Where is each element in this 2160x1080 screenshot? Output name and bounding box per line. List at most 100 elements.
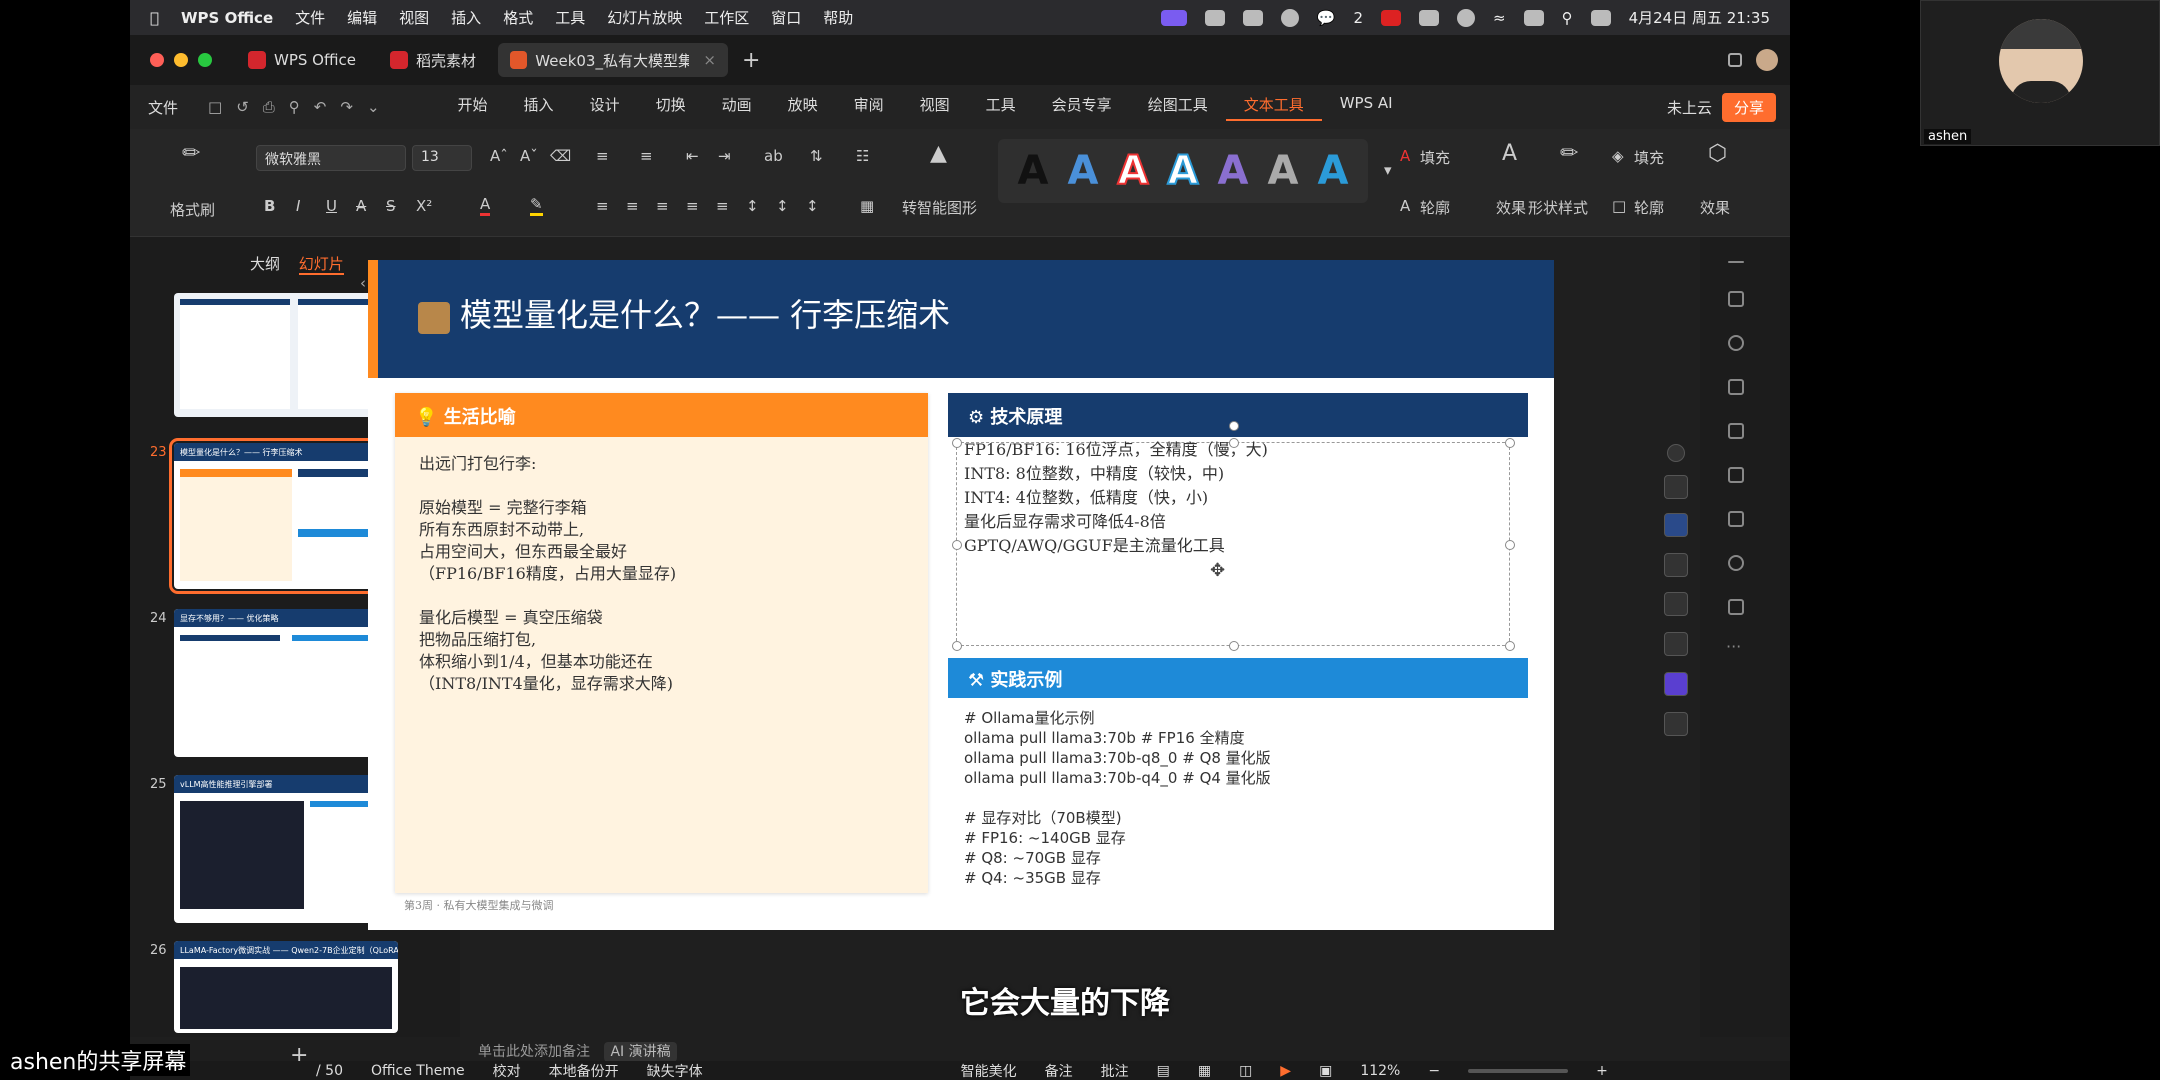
border-icon[interactable] — [1664, 592, 1688, 616]
beautify-button[interactable]: 智能美化 — [961, 1061, 1017, 1080]
shape-effect-label[interactable]: 效果 — [1700, 197, 1730, 218]
clear-format-icon[interactable]: ⌫ — [550, 147, 571, 165]
close-tab-icon[interactable]: × — [703, 51, 716, 69]
resize-handle[interactable] — [952, 641, 962, 651]
layers-icon[interactable] — [1664, 475, 1688, 499]
tab-design[interactable]: 设计 — [572, 94, 638, 121]
app-red-icon[interactable] — [1381, 9, 1402, 26]
format-painter-label[interactable]: 格式刷 — [170, 199, 215, 220]
analogy-body[interactable]: 出远门打包行李: 原始模型 = 完整行李箱 所有东西原封不动带上, 占用空间大，… — [395, 437, 928, 711]
text-fill-icon[interactable]: A — [1400, 147, 1410, 165]
more-tools-icon[interactable] — [1664, 712, 1688, 736]
play-slideshow-icon[interactable]: ▶ — [1280, 1063, 1291, 1079]
para-spacing-icon[interactable]: ↕ — [776, 197, 789, 215]
menu-edit[interactable]: 编辑 — [347, 7, 377, 28]
italic-icon[interactable]: I — [296, 197, 300, 215]
current-slide[interactable]: 模型量化是什么？—— 行李压缩术 💡 生活比喻 出远门打包行李: 原始模型 = … — [368, 260, 1554, 930]
columns-icon[interactable]: ☷ — [856, 147, 869, 165]
fill-bucket-icon[interactable] — [1664, 553, 1688, 577]
slide-thumbnail-22[interactable] — [174, 293, 398, 417]
text-style-red-outline[interactable]: A — [1117, 147, 1150, 195]
new-tab-button[interactable]: + — [742, 48, 760, 73]
tab-slideshow[interactable]: 放映 — [770, 94, 836, 121]
redo-icon[interactable]: ↷ — [340, 98, 353, 116]
text-style-black[interactable]: A — [1018, 148, 1049, 194]
resize-handle[interactable] — [1505, 641, 1515, 651]
strike-icon[interactable]: A — [356, 197, 366, 215]
double-strike-icon[interactable]: S — [386, 197, 396, 215]
font-size-select[interactable]: 13 — [412, 145, 472, 171]
apple-icon[interactable]:  — [150, 9, 159, 27]
minimize-sidebar-icon[interactable] — [1728, 261, 1744, 263]
tab-wps-ai[interactable]: WPS AI — [1322, 94, 1411, 121]
slide-thumbnail-23[interactable]: 模型量化是什么？—— 行李压缩术 — [169, 438, 403, 594]
copy-icon[interactable] — [1728, 379, 1744, 395]
input-method-icon[interactable] — [1419, 9, 1440, 26]
text-effect-label[interactable]: 效果 — [1496, 197, 1526, 218]
style-expand-icon[interactable]: ▾ — [1384, 161, 1392, 179]
bold-icon[interactable]: B — [264, 197, 275, 215]
zoom-level[interactable]: 112% — [1360, 1063, 1400, 1079]
zoom-out-icon[interactable]: − — [1428, 1063, 1440, 1079]
text-effect-icon[interactable]: A — [1502, 141, 1517, 166]
control-center-icon[interactable] — [1590, 9, 1611, 26]
reading-view-icon[interactable]: ◫ — [1239, 1063, 1252, 1079]
decrease-font-icon[interactable]: Aˇ — [520, 147, 538, 165]
app-menu[interactable]: WPS Office — [181, 9, 273, 27]
notes-bar[interactable]: 单击此处添加备注 AI 演讲稿 — [460, 1037, 1700, 1062]
zoom-in-icon[interactable]: + — [1596, 1063, 1608, 1079]
shape-style-icon[interactable]: ✏ — [1560, 141, 1578, 166]
brush-icon[interactable] — [1664, 513, 1688, 537]
notes-toggle[interactable]: 备注 — [1045, 1061, 1073, 1080]
font-color-icon[interactable]: A — [480, 195, 491, 216]
shape-outline-label[interactable]: 轮廓 — [1634, 197, 1664, 218]
text-outline-icon[interactable]: A — [1400, 197, 1410, 215]
smart-shape-icon[interactable]: ▲ — [930, 141, 947, 166]
tab-docer[interactable]: 稻壳素材 — [378, 43, 488, 77]
font-family-select[interactable]: 微软雅黑 — [256, 145, 406, 171]
numbering-icon[interactable]: ≡ — [640, 147, 653, 165]
tab-text-tools[interactable]: 文本工具 — [1225, 94, 1322, 121]
play-icon[interactable] — [1457, 8, 1476, 27]
text-style-gray[interactable]: A — [1268, 148, 1299, 194]
align-right-icon[interactable]: ≡ — [656, 197, 669, 215]
align-center-icon[interactable]: ≡ — [626, 197, 639, 215]
participant-video-tile[interactable]: ashen — [1920, 0, 2160, 146]
tab-review[interactable]: 审阅 — [836, 94, 902, 121]
theme-name[interactable]: Office Theme — [371, 1063, 465, 1079]
menu-help[interactable]: 帮助 — [823, 7, 853, 28]
window-mode-icon[interactable] — [1728, 53, 1742, 67]
search-icon[interactable]: ⚲ — [1562, 9, 1573, 27]
shape-fill-label[interactable]: 填充 — [1634, 147, 1664, 168]
align-left-icon[interactable]: ≡ — [596, 197, 609, 215]
undo-icon[interactable]: ↶ — [314, 98, 327, 116]
text-fill-label[interactable]: 填充 — [1420, 147, 1450, 168]
battery-icon[interactable] — [1523, 9, 1544, 26]
tab-insert[interactable]: 插入 — [506, 94, 572, 121]
comment-toggle[interactable]: 批注 — [1101, 1061, 1129, 1080]
format-painter-icon[interactable]: ✏ — [182, 141, 200, 166]
superscript-icon[interactable]: X² — [416, 197, 432, 215]
minimize-window-button[interactable] — [174, 53, 188, 67]
zoom-window-button[interactable] — [198, 53, 212, 67]
shape-fill-icon[interactable]: ◈ — [1612, 147, 1624, 165]
wifi-icon[interactable]: ≈ — [1493, 9, 1506, 27]
close-window-button[interactable] — [150, 53, 164, 67]
slide-thumbnail-26[interactable]: LLaMA-Factory微调实战 —— Qwen2-7B企业定制（QLoRA方… — [174, 941, 398, 1033]
meeting-icon[interactable] — [1242, 9, 1263, 26]
magic-tools-icon[interactable] — [1728, 423, 1744, 439]
tab-member[interactable]: 会员专享 — [1034, 94, 1130, 121]
text-direction-icon[interactable]: ab — [764, 147, 783, 165]
tab-transition[interactable]: 切换 — [638, 94, 704, 121]
print-icon[interactable]: ⎙ — [263, 98, 275, 116]
rotate-handle[interactable] — [1229, 421, 1239, 431]
menu-window[interactable]: 窗口 — [771, 7, 801, 28]
missing-font-warning[interactable]: 缺失字体 — [647, 1061, 703, 1080]
ai-speech-button[interactable]: AI 演讲稿 — [604, 1042, 677, 1062]
tab-drawing-tools[interactable]: 绘图工具 — [1130, 94, 1226, 121]
tab-animation[interactable]: 动画 — [704, 94, 770, 121]
increase-font-icon[interactable]: Aˆ — [490, 147, 508, 165]
resize-handle[interactable] — [1229, 641, 1239, 651]
wps-ai-icon[interactable] — [1664, 672, 1688, 696]
shape-change-icon[interactable] — [1664, 632, 1688, 656]
